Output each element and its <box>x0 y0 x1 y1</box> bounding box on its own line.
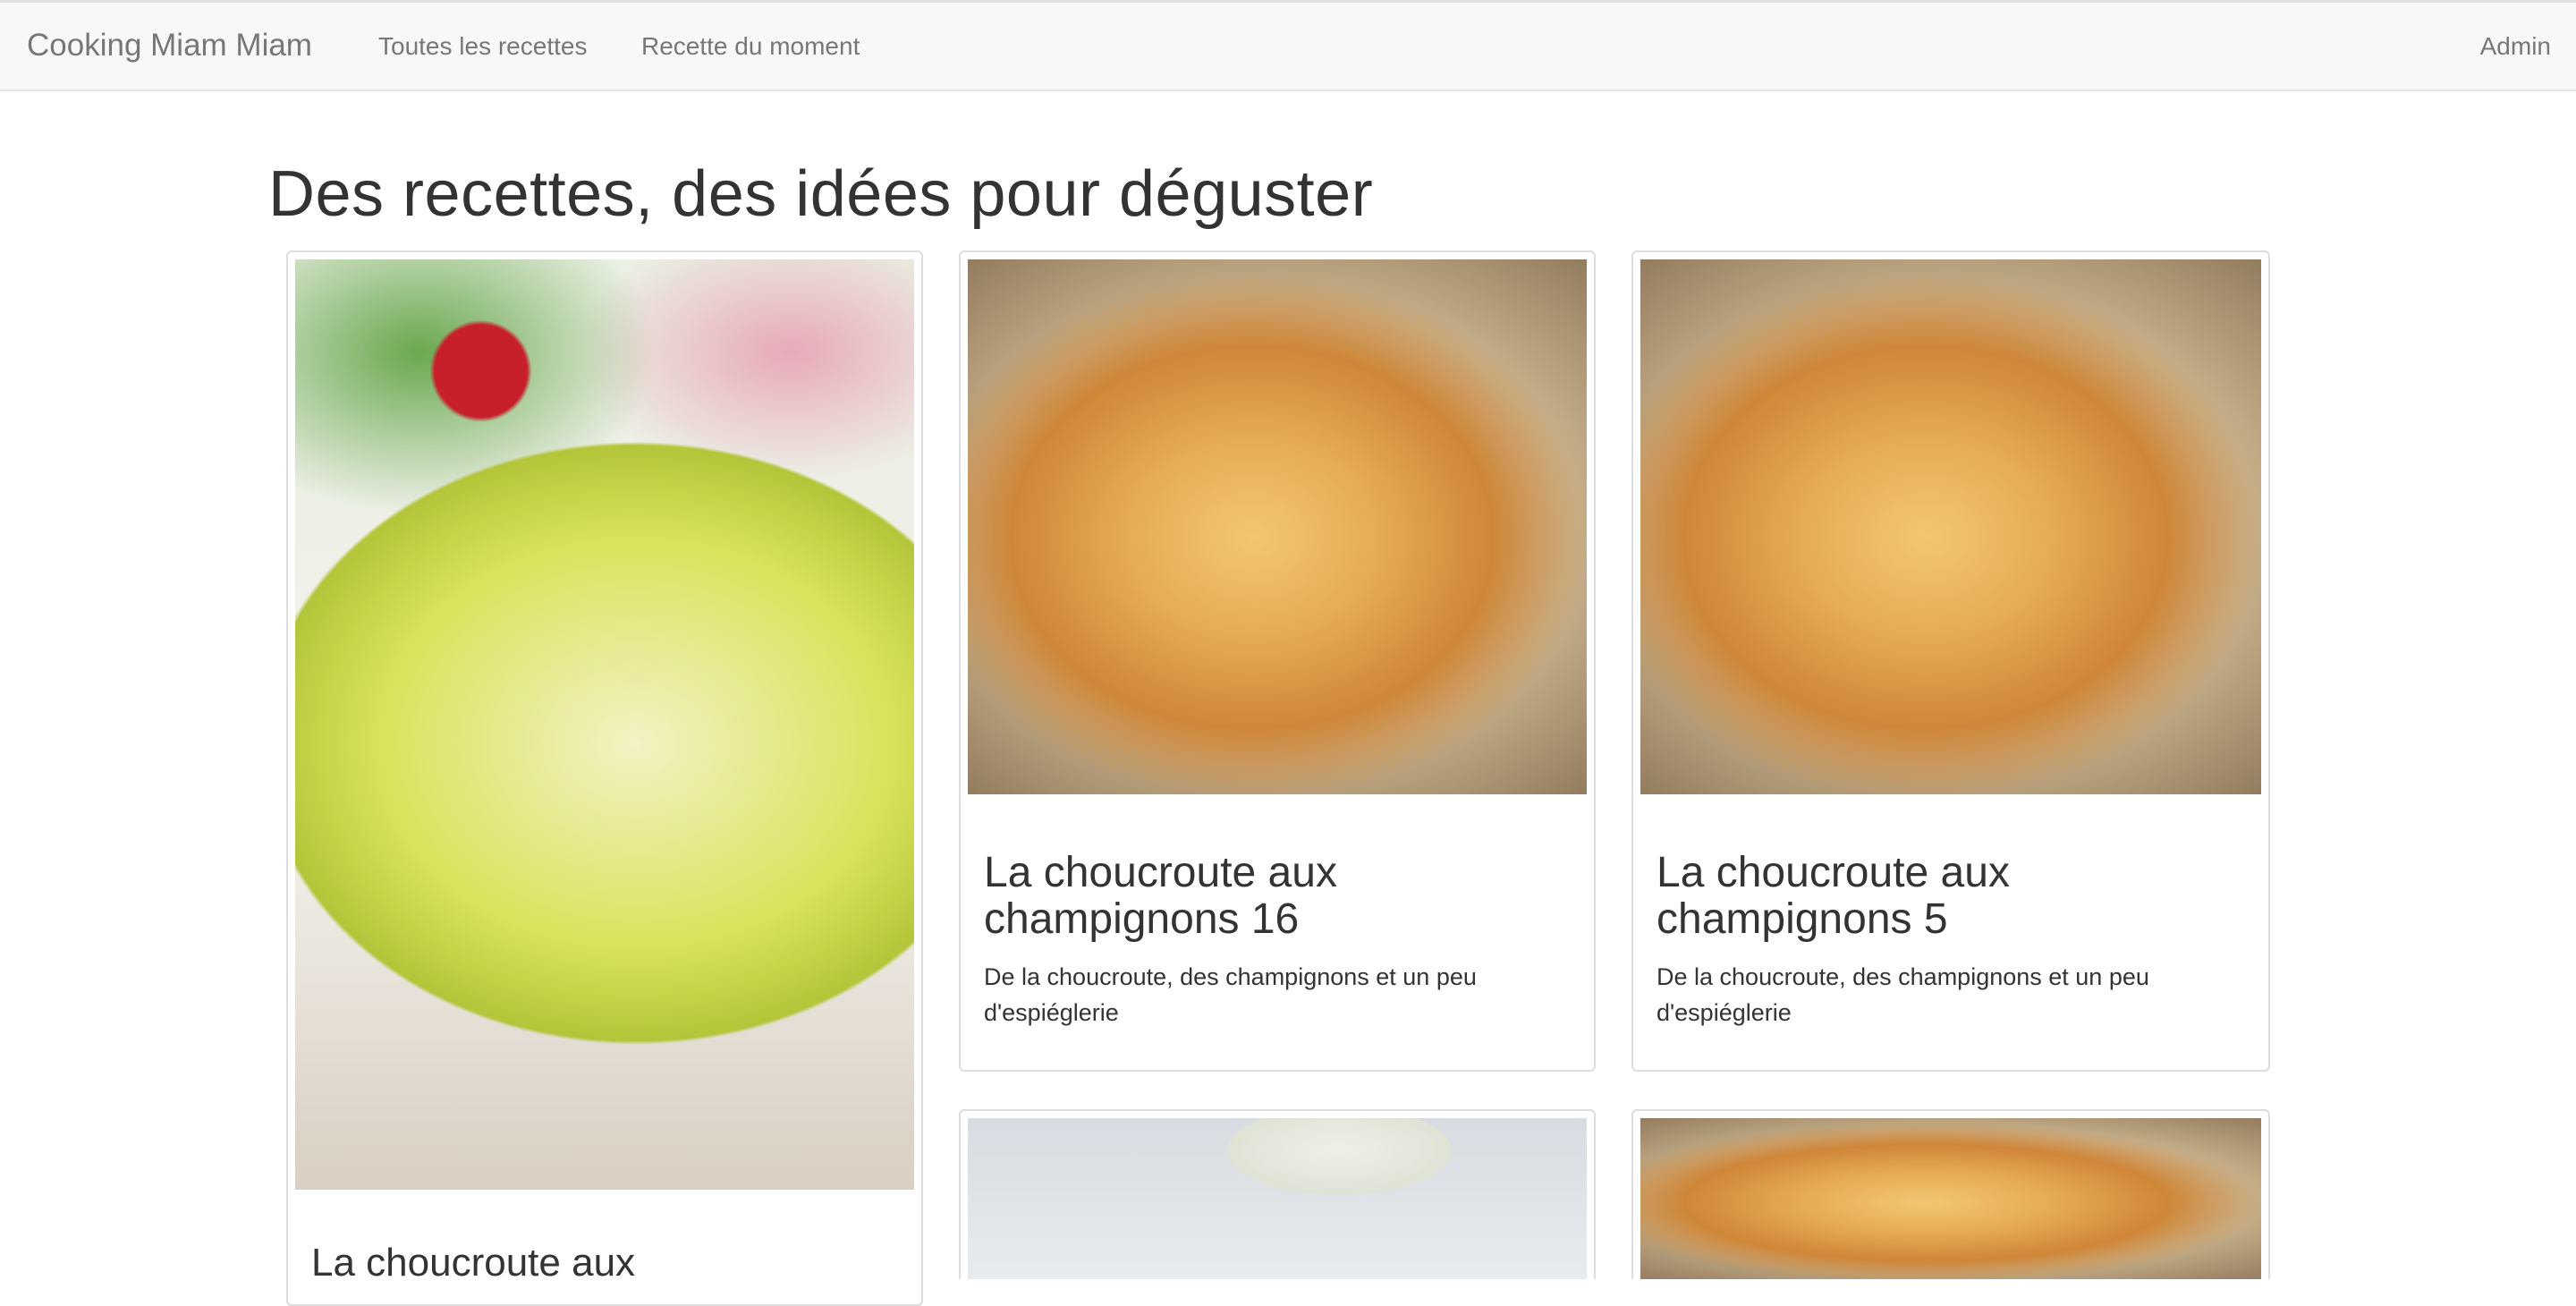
top-navbar: Cooking Miam Miam Toutes les recettes Re… <box>0 0 2576 91</box>
nav-link-all-recipes[interactable]: Toutes les recettes <box>378 32 587 61</box>
recipe-photo <box>1640 1118 2261 1279</box>
recipe-card[interactable]: La choucroute aux champignons 5 De la ch… <box>1631 250 2270 1072</box>
recipe-title[interactable]: La choucroute aux <box>311 1240 635 1286</box>
recipe-description: De la choucroute, des champignons et un … <box>984 963 1477 1026</box>
recipe-photo <box>1640 259 2261 794</box>
recipe-card[interactable]: La choucroute aux champignons 16 De la c… <box>959 250 1596 1072</box>
nav-link-recipe-of-the-moment[interactable]: Recette du moment <box>641 32 860 61</box>
recipe-description: De la choucroute, des champignons et un … <box>1657 963 2149 1026</box>
recipe-card[interactable] <box>959 1109 1596 1279</box>
recipe-card[interactable]: La choucroute aux <box>286 250 923 1306</box>
recipe-title[interactable]: La choucroute aux champignons 16 <box>984 850 1574 943</box>
nav-link-admin[interactable]: Admin <box>2480 32 2551 61</box>
recipe-photo <box>968 259 1587 794</box>
page-title: Des recettes, des idées pour déguster <box>268 158 1374 230</box>
recipe-photo <box>295 259 914 1190</box>
recipe-card[interactable] <box>1631 1109 2270 1279</box>
recipe-title[interactable]: La choucroute aux champignons 5 <box>1657 850 2247 943</box>
recipe-photo <box>968 1118 1587 1279</box>
brand-link[interactable]: Cooking Miam Miam <box>27 28 312 64</box>
